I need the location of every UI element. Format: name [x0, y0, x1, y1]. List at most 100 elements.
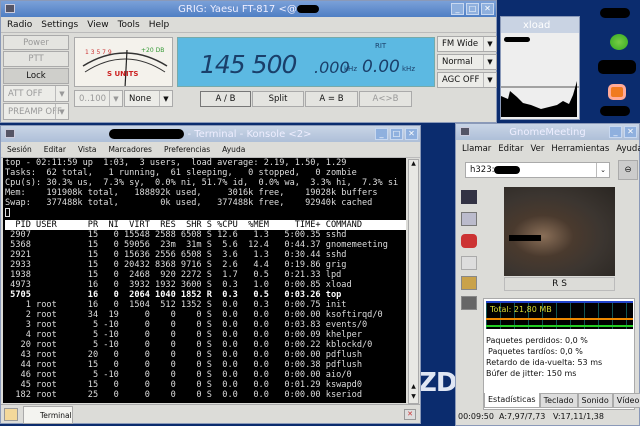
bandwidth-graph: Total: 21,80 MB: [486, 301, 633, 329]
menu-radio[interactable]: Radio: [7, 20, 32, 30]
a-equals-b-button[interactable]: A = B: [305, 91, 358, 107]
menu-marcadores[interactable]: Marcadores: [108, 145, 152, 154]
process-row: 5368 15 0 59056 23m 31m S 5.6 12.4 0:44.…: [5, 240, 388, 250]
preamp-select[interactable]: PREAMP OFF ▼: [3, 103, 69, 120]
menu-view[interactable]: View: [87, 20, 108, 30]
phone-icon[interactable]: [461, 234, 477, 248]
close-button[interactable]: ✕: [405, 128, 418, 140]
mode-select[interactable]: FM Wide ▼: [437, 36, 497, 52]
xload-window: xload: [500, 16, 580, 120]
menu-bar: Llamar Editar Ver Herramientas Ayuda: [456, 140, 640, 158]
close-button[interactable]: ✕: [481, 3, 494, 15]
process-row: 3 root 5 -10 0 0 0 S 0.0 0.0 0:03.83 eve…: [5, 320, 368, 330]
address-book-icon[interactable]: [461, 276, 477, 290]
window-title: GnomeMeeting: [509, 126, 586, 138]
minimize-button[interactable]: _: [609, 126, 622, 138]
minimize-button[interactable]: _: [451, 3, 464, 15]
a-swap-b-button[interactable]: A<>B: [359, 91, 412, 107]
chevron-down-icon: ▼: [483, 55, 496, 69]
panel-tabs: Estadísticas Teclado Sonido Vídeo: [484, 393, 640, 408]
monitor-icon[interactable]: [461, 296, 477, 310]
filter-select[interactable]: Normal ▼: [437, 54, 497, 70]
stat-late: Paquetes tardíos: 0,0 %: [488, 347, 583, 356]
stat-jitter: Búfer de jitter: 150 ms: [486, 369, 577, 378]
chevron-down-icon: ▼: [159, 91, 172, 106]
video-preview-icon[interactable]: [461, 190, 477, 204]
app-desktop-icon[interactable]: [608, 84, 626, 100]
lock-button[interactable]: Lock: [3, 68, 69, 84]
menu-bar: Radio Settings View Tools Help: [1, 17, 496, 33]
maximize-button[interactable]: □: [390, 128, 403, 140]
tab-estadisticas[interactable]: Estadísticas: [484, 393, 540, 408]
address-input[interactable]: h323: ⌄: [465, 162, 610, 178]
connect-button[interactable]: ⊖: [618, 160, 638, 180]
chevron-down-icon: ▼: [483, 37, 496, 51]
menu-llamar[interactable]: Llamar: [462, 144, 491, 154]
menu-herramientas[interactable]: Herramientas: [551, 144, 609, 154]
top-summary-line: Tasks: 62 total, 1 running, 61 sleeping,…: [5, 168, 357, 178]
grid-icon[interactable]: [461, 212, 477, 226]
title-bar[interactable]: - Terminal - Konsole <2> _ □ ✕: [1, 126, 420, 142]
freq-unit: kHz: [344, 65, 357, 73]
tab-video[interactable]: Vídeo: [612, 393, 640, 408]
process-table-header: PID USER PR NI VIRT RES SHR S %CPU %MEM …: [5, 220, 406, 230]
preamp-value: PREAMP OFF: [8, 106, 62, 117]
maximize-button[interactable]: □: [466, 3, 479, 15]
address-value: h323:: [470, 165, 495, 175]
menu-vista[interactable]: Vista: [78, 145, 97, 154]
status-bar: 00:09:50 A:7,97/7,73 V:17,11/1,38: [458, 412, 604, 421]
meter-mode-select[interactable]: None ▼: [124, 90, 173, 107]
att-select[interactable]: ATT OFF ▼: [3, 85, 69, 102]
terminal-output[interactable]: top - 02:11:59 up 1:03, 3 users, load av…: [3, 158, 406, 403]
menu-preferencias[interactable]: Preferencias: [164, 145, 210, 154]
filter-value: Normal: [442, 57, 473, 67]
title-bar[interactable]: xload: [501, 17, 579, 33]
process-row: 4 root 5 -10 0 0 0 S 0.0 0.0 0:00.09 khe…: [5, 330, 362, 340]
menu-settings[interactable]: Settings: [41, 20, 78, 30]
menu-ver[interactable]: Ver: [530, 144, 544, 154]
ab-button[interactable]: A / B: [200, 91, 251, 107]
rit-value[interactable]: 0.00: [362, 57, 400, 77]
agc-select[interactable]: AGC OFF ▼: [437, 72, 497, 88]
minimize-button[interactable]: _: [375, 128, 388, 140]
tab-label: Terminal: [40, 411, 72, 420]
process-row: 1938 15 0 2468 920 2272 S 1.7 0.5 0:21.3…: [5, 270, 342, 280]
tab-terminal[interactable]: Terminal: [23, 406, 73, 424]
top-summary-line: Mem: 191908k total, 188892k used, 3016k …: [5, 188, 378, 198]
title-bar[interactable]: GRIG: Yaesu FT-817 <@ _ □ ✕: [1, 1, 496, 17]
process-row: 43 root 20 0 0 0 0 S 0.0 0.0 0:00.00 pdf…: [5, 350, 362, 360]
ptt-button[interactable]: PTT: [3, 51, 69, 67]
close-session-icon[interactable]: ✕: [404, 409, 416, 420]
window-title: - Terminal - Konsole <2>: [187, 128, 312, 140]
menu-ayuda[interactable]: Ayuda: [222, 145, 245, 154]
chevron-down-icon: ▼: [483, 73, 496, 87]
chevron-down-icon[interactable]: ⌄: [596, 163, 609, 177]
tab-sonido[interactable]: Sonido: [577, 393, 613, 408]
split-button[interactable]: Split: [252, 91, 304, 107]
menu-editar[interactable]: Editar: [498, 144, 523, 154]
process-row: 44 root 15 0 0 0 0 S 0.0 0.0 0:00.38 pdf…: [5, 360, 362, 370]
new-session-icon[interactable]: [4, 408, 18, 421]
rit-unit: kHz: [402, 65, 415, 73]
power-button[interactable]: Power: [3, 35, 69, 50]
process-row: 2933 15 0 20432 8368 9716 S 2.6 4.4 0:19…: [5, 260, 347, 270]
user-desktop-icon[interactable]: [610, 34, 628, 50]
terminal-scrollbar[interactable]: ▲ ▲ ▼: [408, 159, 419, 404]
vfo-frequency[interactable]: 145 500: [200, 50, 297, 79]
agc-value: AGC OFF: [442, 75, 480, 85]
title-bar[interactable]: GnomeMeeting _ ✕: [456, 124, 639, 140]
menu-editar[interactable]: Editar: [44, 145, 66, 154]
menu-help[interactable]: Help: [149, 20, 170, 30]
tab-teclado[interactable]: Teclado: [539, 393, 578, 408]
svg-text:+20 DB: +20 DB: [141, 47, 164, 54]
menu-sesion[interactable]: Sesión: [7, 145, 32, 154]
caller-name: R S: [504, 277, 615, 291]
camera-icon[interactable]: [461, 256, 477, 270]
menu-ayuda[interactable]: Ayuda: [616, 144, 640, 154]
top-summary-line: Cpu(s): 30.3% us, 7.3% sy, 0.0% ni, 51.7…: [5, 178, 399, 188]
close-button[interactable]: ✕: [624, 126, 637, 138]
process-row: 2921 15 0 15636 2556 6508 S 3.6 1.3 0:30…: [5, 250, 347, 260]
app-icon: [5, 4, 15, 13]
menu-tools[interactable]: Tools: [118, 20, 140, 30]
meter-range-select[interactable]: 0..100 ▼: [74, 90, 123, 107]
